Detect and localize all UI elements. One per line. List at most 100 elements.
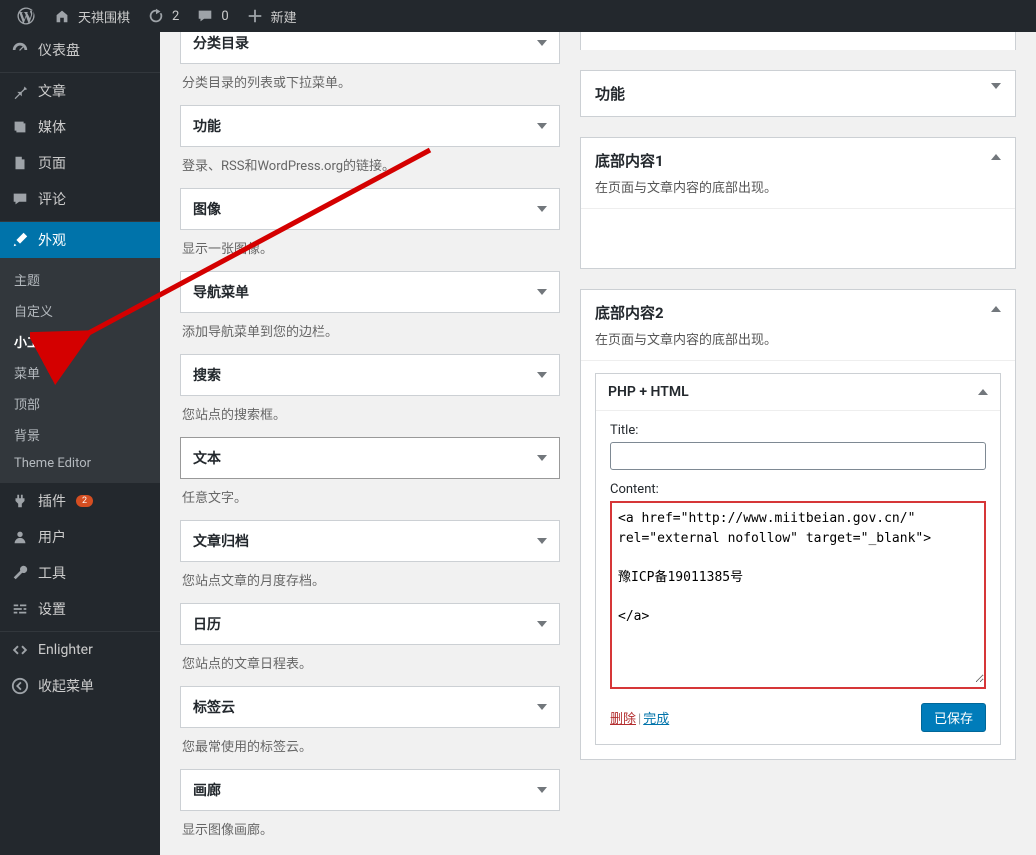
area-title: 功能	[595, 83, 625, 104]
submenu-customize[interactable]: 自定义	[0, 295, 160, 326]
action-links: 删除|完成	[610, 708, 669, 727]
avail-widget-head[interactable]: 分类目录	[181, 32, 559, 63]
avail-widget-desc: 添加导航菜单到您的边栏。	[180, 313, 560, 354]
avail-widget-title: 文本	[193, 448, 221, 468]
widget-actions: 删除|完成 已保存	[610, 703, 986, 732]
avail-widget[interactable]: 标签云	[180, 686, 560, 728]
chevron-down-icon	[537, 787, 547, 793]
menu-media[interactable]: 媒体	[0, 109, 160, 145]
user-icon	[10, 527, 30, 547]
delete-link[interactable]: 删除	[610, 712, 636, 727]
avail-widget-head[interactable]: 功能	[181, 106, 559, 146]
chevron-down-icon	[991, 83, 1001, 89]
menu-collapse[interactable]: 收起菜单	[0, 668, 160, 704]
site-name: 天祺围棋	[78, 7, 130, 26]
chevron-up-icon	[991, 154, 1001, 160]
new-content[interactable]: 新建	[237, 0, 305, 32]
avail-widget-head[interactable]: 文本	[181, 438, 559, 478]
submenu-widgets[interactable]: 小工具	[0, 326, 160, 357]
avail-widget-head[interactable]: 搜索	[181, 355, 559, 395]
chevron-down-icon	[537, 538, 547, 544]
chevron-down-icon	[537, 455, 547, 461]
site-home[interactable]: 天祺围棋	[44, 0, 138, 32]
menu-comments[interactable]: 评论	[0, 181, 160, 217]
wp-logo[interactable]	[8, 0, 44, 32]
wrench-icon	[10, 563, 30, 583]
wordpress-icon	[16, 6, 36, 26]
area-footer2: 底部内容2 在页面与文章内容的底部出现。 PHP + HTML Title: C…	[580, 289, 1016, 760]
avail-widget[interactable]: 图像	[180, 188, 560, 230]
avail-widget-title: 图像	[193, 199, 221, 219]
avail-widget[interactable]: 画廊	[180, 769, 560, 811]
menu-pages[interactable]: 页面	[0, 145, 160, 181]
page-icon	[10, 153, 30, 173]
avail-widget[interactable]: 功能	[180, 105, 560, 147]
avail-widget-desc: 您站点文章的月度存档。	[180, 562, 560, 603]
avail-widget[interactable]: 文本	[180, 437, 560, 479]
avail-widget-title: 画廊	[193, 780, 221, 800]
avail-widget[interactable]: 搜索	[180, 354, 560, 396]
avail-widget-desc: 分类目录的列表或下拉菜单。	[180, 64, 560, 105]
area-title: 底部内容1	[595, 150, 1001, 171]
chevron-up-icon	[978, 389, 988, 395]
submenu-theme-editor[interactable]: Theme Editor	[0, 450, 160, 477]
widget-content-textarea[interactable]	[612, 503, 984, 683]
avail-widget-head[interactable]: 导航菜单	[181, 272, 559, 312]
avail-widget-title: 日历	[193, 614, 221, 634]
avail-widget[interactable]: 导航菜单	[180, 271, 560, 313]
area-desc: 在页面与文章内容的底部出现。	[595, 177, 1001, 196]
area-footer1-head[interactable]: 底部内容1 在页面与文章内容的底部出现。	[581, 138, 1015, 208]
avail-widget-title: 导航菜单	[193, 282, 249, 302]
chevron-down-icon	[537, 621, 547, 627]
refresh-count: 2	[172, 9, 179, 24]
menu-settings[interactable]: 设置	[0, 591, 160, 627]
refresh[interactable]: 2	[138, 0, 187, 32]
menu-dashboard[interactable]: 仪表盘	[0, 32, 160, 68]
comment-icon	[10, 189, 30, 209]
avail-widget-head[interactable]: 日历	[181, 604, 559, 644]
area-footer2-body[interactable]: PHP + HTML Title: Content:	[581, 360, 1015, 759]
avail-widget-title: 分类目录	[193, 33, 249, 53]
chevron-down-icon	[537, 289, 547, 295]
comment-icon	[195, 6, 215, 26]
avail-widget-title: 功能	[193, 116, 221, 136]
brush-icon	[10, 230, 30, 250]
chevron-down-icon	[537, 40, 547, 46]
avail-widget-head[interactable]: 图像	[181, 189, 559, 229]
menu-users[interactable]: 用户	[0, 519, 160, 555]
avail-widget[interactable]: 日历	[180, 603, 560, 645]
widget-areas: 功能 底部内容1 在页面与文章内容的底部出现。 底部内容2 在页面与文章内容的底…	[580, 32, 1016, 852]
area-footer1-body[interactable]	[581, 208, 1015, 268]
avail-widget-head[interactable]: 画廊	[181, 770, 559, 810]
content-label: Content:	[610, 482, 986, 497]
comments-bubble[interactable]: 0	[187, 0, 236, 32]
menu-appearance[interactable]: 外观	[0, 222, 160, 258]
chevron-down-icon	[537, 123, 547, 129]
submenu-menus[interactable]: 菜单	[0, 357, 160, 388]
area-desc: 在页面与文章内容的底部出现。	[595, 329, 1001, 348]
avail-widget[interactable]: 文章归档	[180, 520, 560, 562]
menu-enlighter[interactable]: Enlighter	[0, 632, 160, 668]
avail-widget-desc: 显示一张图像。	[180, 230, 560, 271]
saved-button[interactable]: 已保存	[921, 703, 986, 732]
menu-plugins[interactable]: 插件2	[0, 483, 160, 519]
widget-title-input[interactable]	[610, 442, 986, 470]
menu-posts[interactable]: 文章	[0, 73, 160, 109]
submenu-themes[interactable]: 主题	[0, 264, 160, 295]
media-icon	[10, 117, 30, 137]
submenu-background[interactable]: 背景	[0, 419, 160, 450]
area-cutoff	[580, 32, 1016, 50]
code-icon	[10, 640, 30, 660]
done-link[interactable]: 完成	[643, 712, 669, 727]
comment-count: 0	[221, 9, 228, 24]
menu-tools[interactable]: 工具	[0, 555, 160, 591]
avail-widget-head[interactable]: 标签云	[181, 687, 559, 727]
refresh-icon	[146, 6, 166, 26]
widget-php-html-head[interactable]: PHP + HTML	[596, 374, 1000, 411]
area-features-head[interactable]: 功能	[581, 71, 1015, 116]
avail-widget-head[interactable]: 文章归档	[181, 521, 559, 561]
area-footer2-head[interactable]: 底部内容2 在页面与文章内容的底部出现。	[581, 290, 1015, 360]
submenu-header[interactable]: 顶部	[0, 388, 160, 419]
sliders-icon	[10, 599, 30, 619]
avail-widget[interactable]: 分类目录	[180, 32, 560, 64]
